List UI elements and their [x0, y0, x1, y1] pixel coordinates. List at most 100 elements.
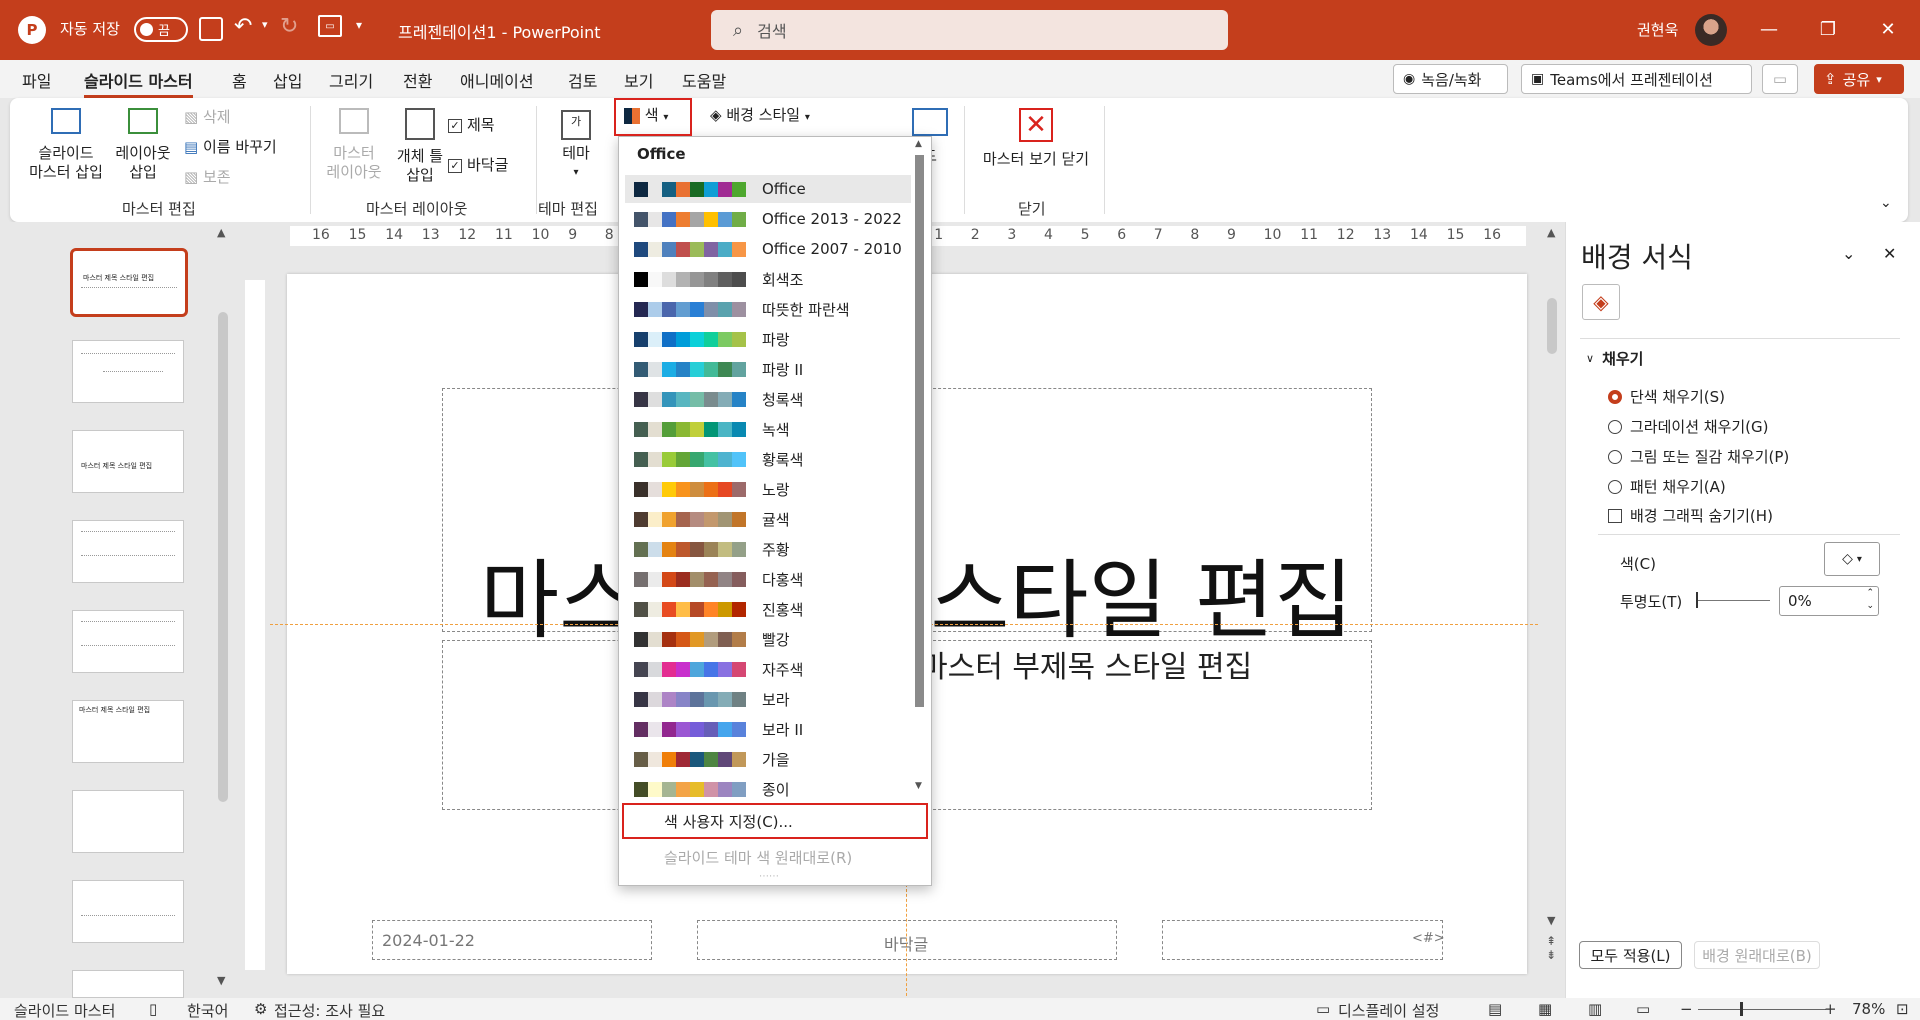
- reading-view-icon[interactable]: ▥: [1588, 1000, 1602, 1018]
- scroll-down-icon[interactable]: ▼: [217, 974, 225, 987]
- layout-thumbnail[interactable]: [72, 610, 184, 673]
- zoom-slider[interactable]: [1698, 1009, 1826, 1010]
- autosave-toggle[interactable]: 끔: [134, 17, 188, 42]
- color-scheme-item[interactable]: 진홍색: [625, 595, 911, 623]
- tab-transitions[interactable]: 전환: [403, 68, 432, 92]
- tab-insert[interactable]: 삽입: [273, 68, 302, 92]
- insert-placeholder-button[interactable]: 개체 틀 삽입: [390, 108, 450, 185]
- ribbon-collapse-icon[interactable]: ⌄: [1880, 194, 1892, 213]
- layout-thumbnail[interactable]: 마스터 제목 스타일 편집: [72, 430, 184, 493]
- resize-grip-icon[interactable]: ⋯⋯: [759, 871, 779, 882]
- undo-icon[interactable]: ↶: [234, 14, 252, 39]
- customize-colors-item[interactable]: 색 사용자 지정(C)...: [622, 803, 928, 839]
- share-button[interactable]: ⇪ 공유 ▾: [1814, 64, 1904, 94]
- background-styles-button[interactable]: ◈ 배경 스타일 ▾: [710, 106, 810, 127]
- color-scheme-item[interactable]: 파랑: [625, 325, 911, 353]
- slideshow-icon[interactable]: ▭: [1636, 1000, 1650, 1018]
- customize-toolbar-icon[interactable]: ▾: [356, 18, 362, 32]
- color-scheme-item[interactable]: 자주색: [625, 655, 911, 683]
- page-number-placeholder[interactable]: [1162, 920, 1443, 960]
- color-scheme-item[interactable]: 보라 II: [625, 715, 911, 743]
- hide-bg-graphics-checkbox[interactable]: 배경 그래픽 숨기기(H): [1608, 505, 1773, 526]
- tab-file[interactable]: 파일: [22, 68, 51, 92]
- user-name[interactable]: 권현욱: [1637, 19, 1678, 40]
- tab-slide-master[interactable]: 슬라이드 마스터: [84, 68, 193, 98]
- layout-thumbnail[interactable]: [72, 880, 184, 943]
- insert-layout-button[interactable]: 레이아웃 삽입: [110, 108, 176, 182]
- color-scheme-item[interactable]: 파랑 II: [625, 355, 911, 383]
- present-from-start-icon[interactable]: ▭: [318, 15, 342, 37]
- layout-thumbnail[interactable]: [72, 520, 184, 583]
- fill-section-header[interactable]: ∨ 채우기: [1586, 348, 1643, 369]
- zoom-slider-thumb[interactable]: [1740, 1002, 1743, 1016]
- slide-subtitle[interactable]: 마스터 부제목 스타일 편집: [920, 642, 1252, 686]
- solid-fill-radio[interactable]: 단색 채우기(S): [1608, 386, 1725, 407]
- tab-help[interactable]: 도움말: [682, 68, 726, 92]
- prev-next-slide-icon[interactable]: ⇞ ⇟: [1546, 934, 1556, 962]
- color-scheme-item[interactable]: 빨강: [625, 625, 911, 653]
- pattern-fill-radio[interactable]: 패턴 채우기(A): [1608, 476, 1726, 497]
- color-scheme-item[interactable]: 보라: [625, 685, 911, 713]
- scroll-down-icon[interactable]: ▼: [915, 781, 922, 791]
- picture-fill-radio[interactable]: 그림 또는 질감 채우기(P): [1608, 446, 1789, 467]
- spelling-icon[interactable]: ▯: [149, 1000, 157, 1018]
- save-icon[interactable]: [199, 17, 223, 41]
- color-scheme-item[interactable]: 다홍색: [625, 565, 911, 593]
- color-scheme-item[interactable]: 노랑: [625, 475, 911, 503]
- slider-thumb[interactable]: [1696, 592, 1698, 608]
- insert-slide-master-button[interactable]: 슬라이드 마스터 삽입: [26, 108, 106, 182]
- title-checkbox[interactable]: ✓ 제목: [448, 116, 495, 135]
- thumbnail-scrollbar[interactable]: [218, 312, 228, 802]
- scroll-up-icon[interactable]: ▲: [217, 226, 225, 239]
- zoom-level[interactable]: 78%: [1852, 1000, 1885, 1018]
- accessibility-status[interactable]: 접근성: 조사 필요: [274, 1000, 385, 1020]
- zoom-in-icon[interactable]: +: [1824, 1000, 1837, 1018]
- teams-present-button[interactable]: ▣ Teams에서 프레젠테이션: [1521, 64, 1752, 94]
- close-icon[interactable]: ✕: [1883, 244, 1896, 263]
- close-icon[interactable]: ✕: [1873, 14, 1903, 44]
- fill-bucket-icon[interactable]: ◈: [1582, 284, 1620, 320]
- tab-review[interactable]: 검토: [568, 68, 597, 92]
- avatar[interactable]: [1695, 14, 1727, 46]
- minimize-icon[interactable]: —: [1754, 14, 1784, 44]
- restore-icon[interactable]: ❐: [1813, 14, 1843, 44]
- color-scheme-item[interactable]: 주황: [625, 535, 911, 563]
- close-master-view-button[interactable]: ✕ 마스터 보기 닫기: [976, 108, 1096, 169]
- color-scheme-item[interactable]: 종이: [625, 775, 911, 803]
- tab-draw[interactable]: 그리기: [329, 68, 373, 92]
- language-indicator[interactable]: 한국어: [187, 1000, 228, 1020]
- color-scheme-item[interactable]: Office 2007 - 2010: [625, 235, 911, 263]
- color-scheme-item[interactable]: 회색조: [625, 265, 911, 293]
- search-box[interactable]: ⌕ 검색: [711, 10, 1228, 50]
- spinner-icon[interactable]: ⌃ ⌄: [1866, 587, 1874, 613]
- master-thumbnail[interactable]: 마스터 제목 스타일 편집: [70, 248, 188, 317]
- tab-animations[interactable]: 애니메이션: [460, 68, 534, 92]
- footer-checkbox[interactable]: ✓ 바닥글: [448, 156, 508, 175]
- zoom-out-icon[interactable]: −: [1680, 1000, 1693, 1018]
- comments-icon[interactable]: ▭: [1762, 64, 1798, 94]
- transparency-input[interactable]: 0% ⌃ ⌄: [1779, 586, 1879, 616]
- layout-thumbnail[interactable]: [72, 340, 184, 403]
- display-settings[interactable]: 디스플레이 설정: [1338, 1000, 1439, 1020]
- tab-view[interactable]: 보기: [624, 68, 653, 92]
- dropdown-scrollbar[interactable]: [915, 155, 924, 707]
- layout-thumbnail[interactable]: 마스터 제목 스타일 편집: [72, 700, 184, 763]
- color-scheme-item[interactable]: 청록색: [625, 385, 911, 413]
- gradient-fill-radio[interactable]: 그라데이션 채우기(G): [1608, 416, 1769, 437]
- fit-to-window-icon[interactable]: ⊡: [1896, 1000, 1909, 1018]
- color-scheme-item[interactable]: 가을: [625, 745, 911, 773]
- color-scheme-item[interactable]: 따뜻한 파란색: [625, 295, 911, 323]
- guide-line-vertical[interactable]: [906, 884, 907, 996]
- slide-scrollbar[interactable]: [1547, 298, 1557, 354]
- scroll-up-icon[interactable]: ▲: [1547, 226, 1555, 239]
- layout-thumbnail[interactable]: [72, 790, 184, 853]
- normal-view-icon[interactable]: ▤: [1488, 1000, 1502, 1018]
- themes-button[interactable]: 가 테마 ▾: [546, 110, 606, 182]
- pane-options-icon[interactable]: ⌄: [1842, 244, 1855, 263]
- color-picker-button[interactable]: ◇ ▾: [1824, 542, 1880, 576]
- color-scheme-item[interactable]: Office 2013 - 2022: [625, 205, 911, 233]
- color-scheme-item[interactable]: 녹색: [625, 415, 911, 443]
- scroll-up-icon[interactable]: ▲: [915, 139, 922, 149]
- layout-thumbnail[interactable]: [72, 970, 184, 998]
- color-scheme-item[interactable]: 귤색: [625, 505, 911, 533]
